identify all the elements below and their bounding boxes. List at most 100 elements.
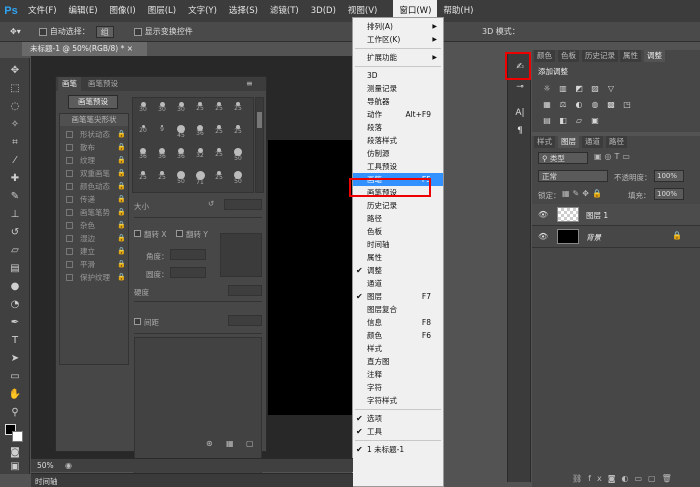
brush-tip[interactable]: 36 (175, 148, 187, 160)
brush-option-item[interactable]: 颜色动态 🔒 (60, 180, 128, 193)
layer-filter-dropdown[interactable]: ⚲ 类型 (538, 152, 588, 164)
layer-name[interactable]: 背景 (586, 232, 601, 243)
clone-stamp-tool-icon[interactable]: ⊥ (7, 208, 23, 222)
brush-option-checkbox[interactable] (66, 144, 73, 151)
brush-option-checkbox[interactable] (66, 222, 73, 229)
auto-select-checkbox[interactable] (38, 27, 47, 36)
hand-tool-icon[interactable]: ✋ (7, 388, 23, 402)
move-tool-icon[interactable]: ✥▾ (10, 27, 21, 36)
paragraph-panel-icon[interactable]: ¶ (512, 124, 528, 138)
layers-footer-icons[interactable]: ⛓fx◙◐▭▢🗑 (572, 474, 678, 483)
zoom-tool-icon[interactable]: ⚲ (7, 406, 23, 420)
window-menu-item[interactable]: 工具预设 (353, 160, 443, 173)
window-menu-item[interactable]: 段落 (353, 121, 443, 134)
window-menu-item[interactable]: 3D (353, 69, 443, 82)
window-menu-item[interactable]: 路径 (353, 212, 443, 225)
tab-panel[interactable]: 图层 (558, 136, 579, 148)
color-swatches-icon[interactable] (5, 422, 23, 442)
shape-tool-icon[interactable]: ▭ (7, 370, 23, 384)
brush-tip[interactable]: 50 (232, 171, 244, 185)
menu-item-0[interactable]: 文件(F) (22, 0, 63, 22)
brush-tool-icon[interactable]: ✎ (7, 190, 23, 204)
auto-select-dropdown[interactable]: 组 (95, 25, 114, 38)
eyedropper-tool-icon[interactable]: ⁄ (7, 154, 23, 168)
window-menu-item[interactable]: 历史记录 (353, 199, 443, 212)
brush-tip[interactable]: 30 (137, 102, 149, 114)
tab-panel[interactable]: 颜色 (534, 50, 555, 62)
brush-angle-preview[interactable] (220, 233, 262, 277)
brush-tip[interactable]: 25 (232, 125, 244, 137)
hue-saturation-icon[interactable]: ▦ (542, 100, 552, 110)
lock-icon[interactable]: 🔒 (117, 271, 126, 284)
brush-option-item[interactable]: 散布 🔒 (60, 141, 128, 154)
brush-tip[interactable]: 25 (137, 171, 149, 183)
brush-option-item[interactable]: 传递 🔒 (60, 193, 128, 206)
history-brush-tool-icon[interactable]: ↺ (7, 226, 23, 240)
brush-option-item[interactable]: 画笔笔势 🔒 (60, 206, 128, 219)
brush-tip-shape-item[interactable]: 画笔笔尖形状 (60, 114, 128, 126)
brush-option-checkbox[interactable] (66, 170, 73, 177)
layer-name[interactable]: 图层 1 (586, 210, 608, 221)
tab-panel[interactable]: 路径 (606, 136, 627, 148)
document-canvas[interactable] (268, 140, 353, 415)
fill-field[interactable]: 100% (654, 188, 684, 200)
tab-panel[interactable]: 色板 (558, 50, 579, 62)
brush-tip[interactable]: 9 (156, 125, 168, 137)
brush-option-checkbox[interactable] (66, 261, 73, 268)
brush-tip[interactable]: 30 (175, 102, 187, 114)
brush-tip[interactable]: 36 (156, 148, 168, 160)
brush-tip[interactable]: 45 (175, 125, 187, 139)
curves-icon[interactable]: ◩ (574, 84, 584, 94)
grid-view-icon[interactable]: ▦ (226, 439, 234, 448)
lock-icon[interactable]: 🔒 (117, 141, 126, 154)
roundness-field[interactable] (170, 267, 206, 278)
window-menu-item[interactable]: 样式 (353, 342, 443, 355)
layer-row[interactable]: 👁 背景 🔒 (532, 226, 700, 248)
character-panel-icon[interactable]: A| (512, 106, 528, 120)
brush-option-item[interactable]: 保护纹理 🔒 (60, 271, 128, 284)
invert-icon[interactable]: ▤ (542, 116, 552, 126)
tab-panel[interactable]: 通道 (582, 136, 603, 148)
menu-item-5[interactable]: 选择(S) (223, 0, 264, 22)
black-white-icon[interactable]: ◐ (574, 100, 584, 110)
window-menu-item[interactable]: 测量记录 (353, 82, 443, 95)
opacity-field[interactable]: 100% (654, 170, 684, 182)
brush-tip[interactable]: 50 (175, 171, 187, 185)
menu-item-3[interactable]: 图层(L) (142, 0, 182, 22)
dodge-tool-icon[interactable]: ◔ (7, 298, 23, 312)
document-tab[interactable]: 未标题-1 @ 50%(RGB/8) * × (22, 42, 147, 56)
doc-info-icon[interactable]: ◉ (65, 461, 72, 470)
posterize-icon[interactable]: ◧ (558, 116, 568, 126)
brush-option-checkbox[interactable] (66, 131, 73, 138)
new-brush-icon[interactable]: ▢ (246, 439, 254, 448)
color-balance-icon[interactable]: ⚖ (558, 100, 568, 110)
lock-icon[interactable]: 🔒 (117, 219, 126, 232)
tab-brush[interactable]: 画笔 (58, 77, 81, 91)
flip-y-checkbox[interactable] (176, 230, 183, 237)
window-menu-item[interactable]: 段落样式 (353, 134, 443, 147)
window-menu-item[interactable]: 动作 Alt+F9 (353, 108, 443, 121)
blend-mode-dropdown[interactable]: 正常 (538, 170, 608, 182)
brush-presets-icon[interactable]: ⊸ (512, 80, 528, 94)
lock-icon[interactable]: 🔒 (117, 206, 126, 219)
brush-tip[interactable]: 36 (194, 125, 206, 137)
window-menu-item[interactable]: 仿制源 (353, 147, 443, 160)
layer-row[interactable]: 👁 图层 1 (532, 204, 700, 226)
menu-item-4[interactable]: 文字(Y) (182, 0, 223, 22)
visibility-eye-icon[interactable]: 👁 (538, 210, 548, 219)
spacing-toggle[interactable]: 间距 (134, 317, 159, 328)
layer-filter-icons[interactable]: ▣◎T▭ (594, 152, 633, 161)
move-tool-icon[interactable]: ✥ (7, 64, 23, 78)
visibility-eye-icon[interactable]: 👁 (538, 232, 548, 241)
blur-tool-icon[interactable]: ● (7, 280, 23, 294)
brush-tip[interactable]: 25 (213, 125, 225, 137)
window-menu-item[interactable]: 字符 (353, 381, 443, 394)
window-menu-item[interactable]: 信息 F8 (353, 316, 443, 329)
tab-brush-presets[interactable]: 画笔预设 (84, 77, 122, 91)
brush-option-item[interactable]: 双重画笔 🔒 (60, 167, 128, 180)
brush-option-item[interactable]: 形状动态 🔒 (60, 128, 128, 141)
crop-tool-icon[interactable]: ⌗ (7, 136, 23, 150)
flip-x-toggle[interactable]: 翻转 X (134, 229, 167, 240)
toggle-preview-icon[interactable]: ⊛ (206, 439, 213, 448)
lock-icon[interactable]: 🔒 (117, 193, 126, 206)
